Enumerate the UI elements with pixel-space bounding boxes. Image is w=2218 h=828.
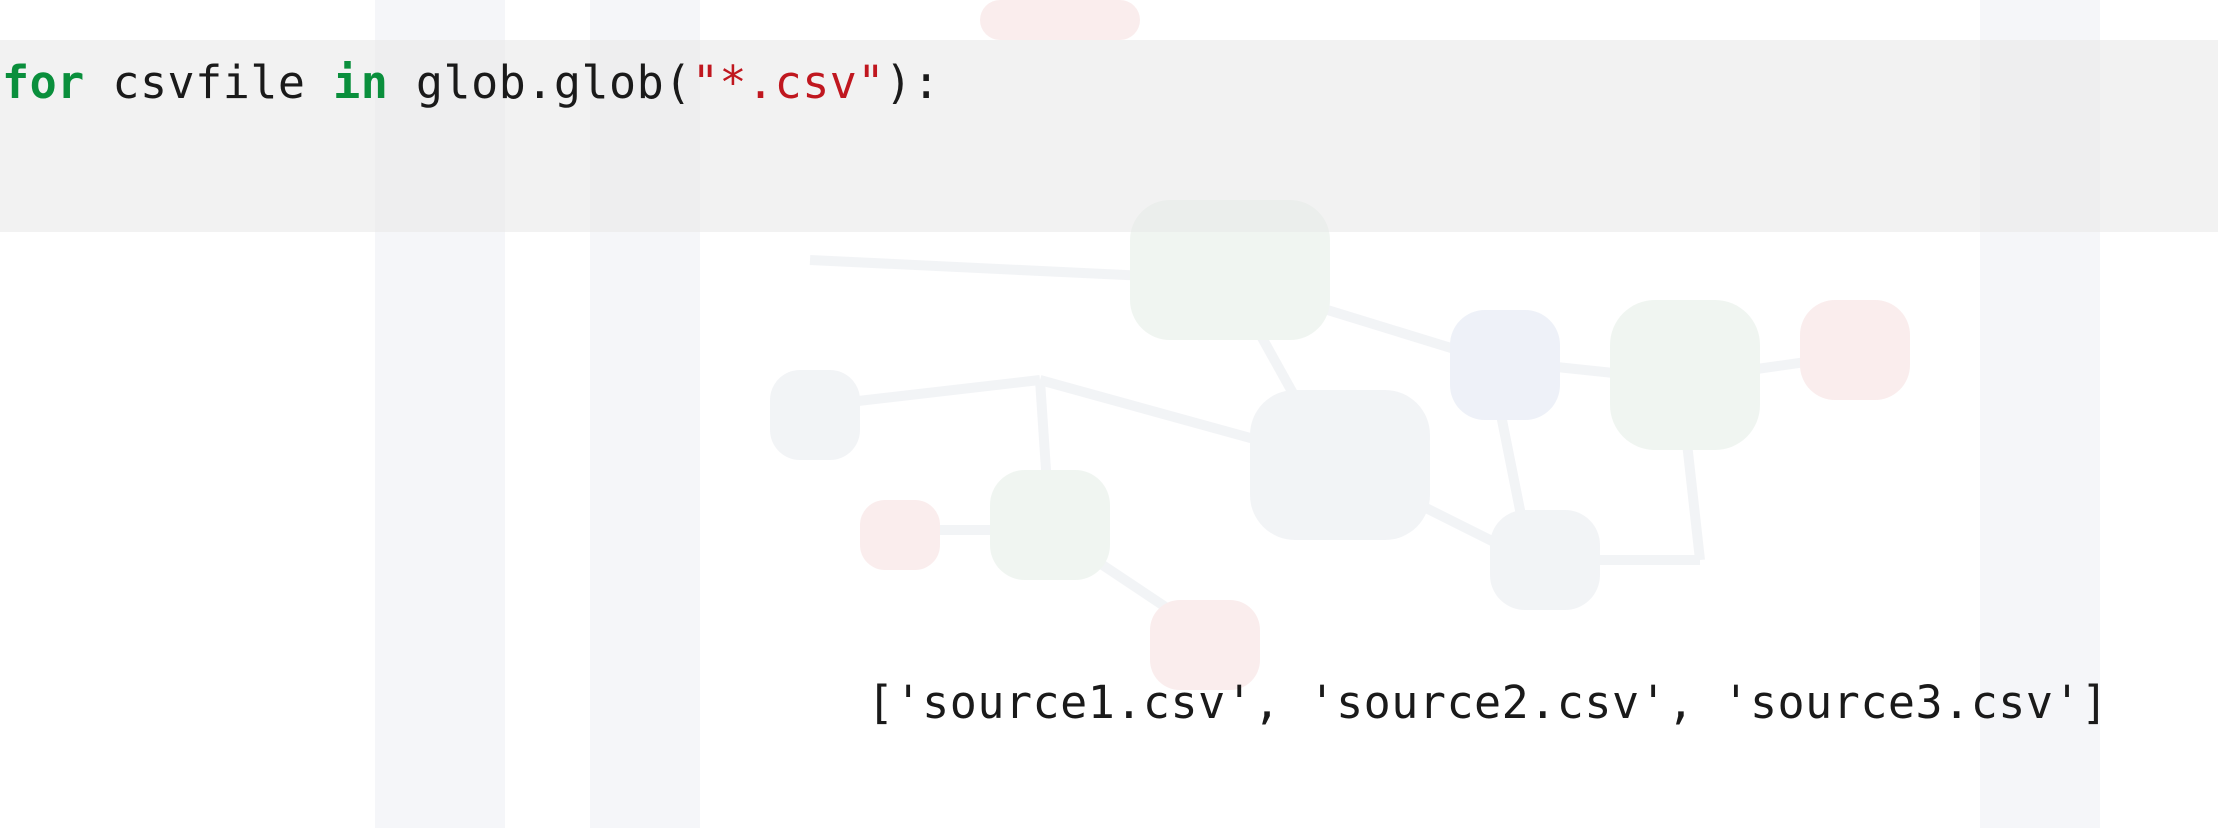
closing-paren-colon: ): [884, 56, 941, 109]
variable-csvfile: csvfile [84, 56, 334, 109]
output-text: ['source1.csv', 'source2.csv', 'source3.… [867, 676, 2109, 729]
code-line: for csvfile in glob.glob("*.csv"): [2, 55, 940, 111]
code-cell[interactable]: for csvfile in glob.glob("*.csv"): [0, 40, 2218, 232]
glob-call: glob.glob( [388, 56, 692, 109]
slide-canvas: for csvfile in glob.glob("*.csv"): ['sou… [0, 0, 2218, 828]
keyword-in: in [333, 56, 389, 109]
string-pattern: "*.csv" [691, 56, 885, 109]
keyword-for: for [2, 56, 85, 109]
